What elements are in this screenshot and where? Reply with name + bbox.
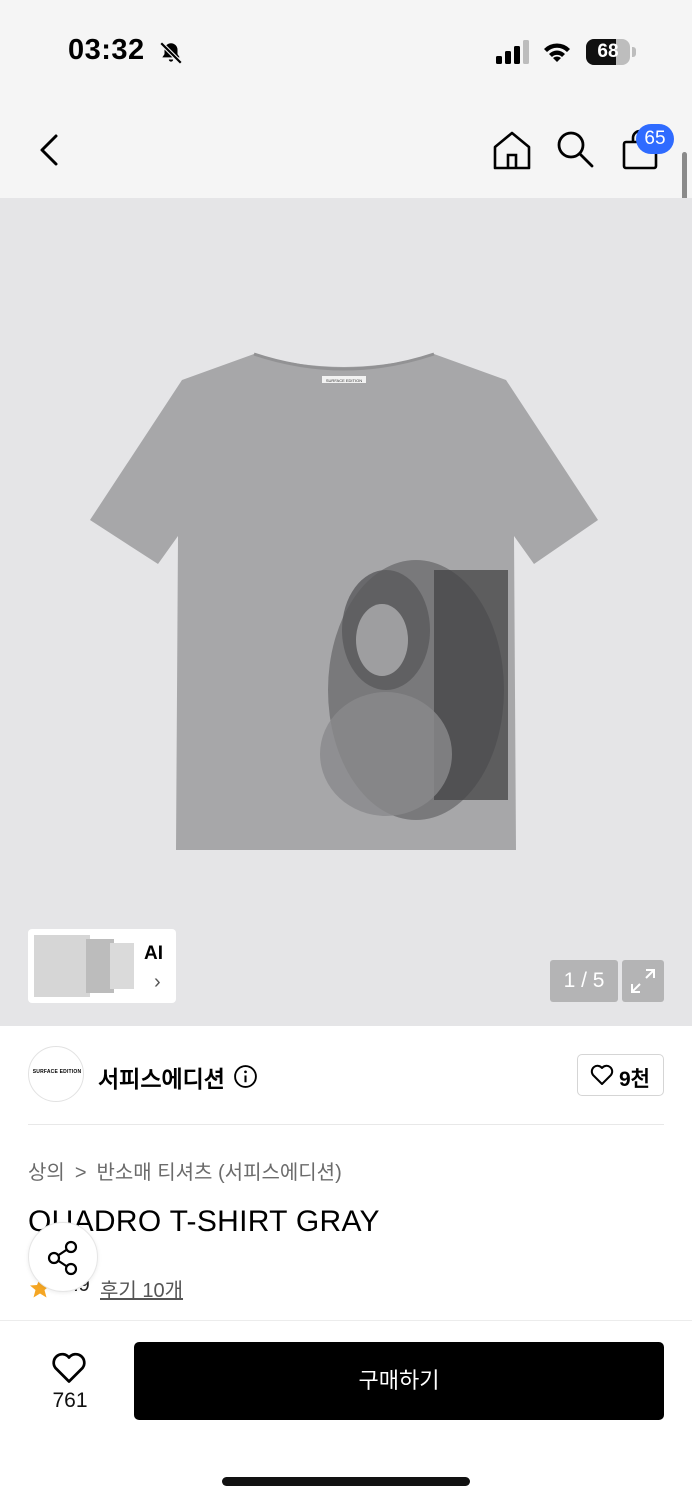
like-button[interactable]: 761: [40, 1345, 100, 1415]
brand-like-count: 9천: [619, 1068, 650, 1091]
top-nav: [0, 100, 692, 198]
product-image-gallery[interactable]: SURFACE EDITION AI › 1 / 5: [0, 198, 692, 1026]
status-time: 03:32: [68, 34, 145, 66]
breadcrumb-item[interactable]: 상의: [28, 1156, 65, 1185]
share-icon: [47, 1240, 78, 1276]
expand-icon[interactable]: [622, 960, 664, 1002]
breadcrumb-separator: >: [74, 1162, 87, 1184]
battery-indicator: 68: [586, 39, 636, 65]
bottom-action-bar: 761 구매하기: [0, 1320, 692, 1500]
heart-icon: [52, 1352, 86, 1383]
info-icon[interactable]: [233, 1064, 258, 1089]
cart-count-badge: 65: [636, 124, 674, 154]
home-icon[interactable]: [490, 128, 534, 172]
buy-button[interactable]: 구매하기: [134, 1342, 664, 1420]
divider: [28, 1124, 664, 1125]
home-indicator: [222, 1477, 470, 1486]
battery-level: 68: [597, 41, 619, 62]
share-button[interactable]: [28, 1222, 98, 1292]
product-image: SURFACE EDITION: [90, 352, 598, 850]
signal-icon: [496, 40, 529, 64]
thumbnail-ai-label: AI: [144, 943, 163, 964]
reviews-link[interactable]: 후기 10개: [100, 1274, 183, 1303]
back-icon[interactable]: [34, 130, 66, 170]
image-page-counter: 1 / 5: [550, 960, 618, 1002]
brand-name[interactable]: 서피스에디션: [98, 1060, 225, 1094]
like-count: 761: [52, 1389, 88, 1412]
brand-logo[interactable]: SURFACE EDITION: [28, 1046, 84, 1102]
brand-like-button[interactable]: 9천: [577, 1054, 664, 1096]
thumbnail-image: [34, 935, 90, 997]
search-icon[interactable]: [554, 128, 596, 170]
breadcrumb: 상의 > 반소매 티셔츠 (서피스에디션): [28, 1156, 342, 1185]
thumbnail-strip[interactable]: AI ›: [28, 929, 176, 1003]
brand-row[interactable]: SURFACE EDITION 서피스에디션 9천: [0, 1026, 692, 1126]
thumbnail-image: [110, 943, 134, 989]
breadcrumb-item[interactable]: 반소매 티셔츠 (서피스에디션): [97, 1156, 342, 1185]
brand-logo-text: SURFACE EDITION: [32, 1069, 82, 1075]
heart-icon: [590, 1064, 614, 1085]
status-bar: 03:32 68: [0, 0, 692, 100]
shirt-tag-text: SURFACE EDITION: [326, 378, 362, 383]
wifi-icon: [544, 43, 570, 62]
bell-off-icon: [159, 41, 183, 65]
chevron-right-icon: ›: [154, 971, 161, 993]
